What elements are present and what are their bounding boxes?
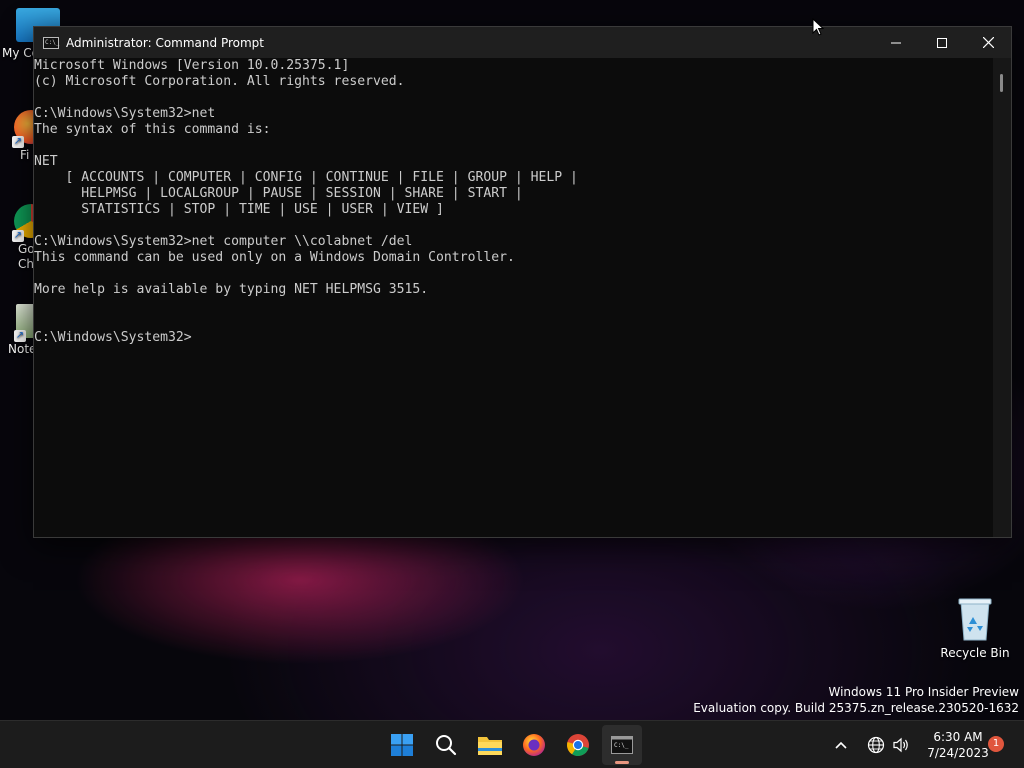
shortcut-arrow-icon: ↗: [12, 136, 24, 148]
taskbar-clock[interactable]: 6:30 AM 7/24/2023: [921, 729, 995, 761]
search-icon: [436, 735, 457, 756]
window-title: Administrator: Command Prompt: [66, 35, 264, 50]
maximize-button[interactable]: [919, 27, 965, 58]
terminal-button[interactable]: C:\_: [602, 725, 642, 765]
windows-watermark: Windows 11 Pro Insider Preview Evaluatio…: [693, 684, 1019, 716]
globe-icon: [867, 736, 885, 754]
notification-badge[interactable]: 1: [988, 736, 1004, 752]
chevron-up-icon[interactable]: [834, 740, 848, 750]
minimize-icon: [891, 42, 901, 43]
close-icon: [982, 37, 994, 48]
vertical-scrollbar[interactable]: [993, 58, 1011, 537]
svg-text:C:\_: C:\_: [614, 742, 629, 749]
terminal-icon: C:\_: [611, 736, 633, 754]
firefox-button[interactable]: [514, 725, 554, 765]
maximize-icon: [937, 37, 947, 48]
search-button[interactable]: [426, 725, 466, 765]
chrome-icon: [567, 734, 589, 757]
recycle-bin-label: Recycle Bin: [940, 646, 1010, 660]
speaker-icon: [893, 737, 908, 753]
desktop-icon-recycle-bin[interactable]: Recycle Bin: [936, 596, 1014, 661]
clock-date: 7/24/2023: [927, 746, 989, 760]
clock-time: 6:30 AM: [933, 730, 983, 744]
windows-logo-icon: [391, 734, 413, 756]
file-explorer-button[interactable]: [470, 725, 510, 765]
mouse-cursor-icon: [812, 18, 824, 36]
start-button[interactable]: [382, 725, 422, 765]
minimize-button[interactable]: [873, 27, 919, 58]
close-button[interactable]: [965, 27, 1011, 58]
firefox-icon: [523, 734, 545, 756]
active-app-indicator: [615, 761, 629, 764]
watermark-edition: Windows 11 Pro Insider Preview: [828, 685, 1019, 699]
watermark-build: Evaluation copy. Build 25375.zn_release.…: [693, 701, 1019, 715]
network-button[interactable]: [867, 721, 885, 768]
folder-icon: [478, 737, 502, 755]
taskbar: C:\_ 6:30 AM 7/24/2023: [0, 720, 1024, 768]
chrome-button[interactable]: [558, 725, 598, 765]
recycle-bin-icon: [958, 598, 992, 641]
volume-button[interactable]: [892, 721, 910, 768]
shortcut-arrow-icon: ↗: [14, 330, 26, 342]
command-prompt-window[interactable]: C:\_ Administrator: Command Prompt Micro…: [33, 26, 1012, 538]
console-output[interactable]: Microsoft Windows [Version 10.0.25375.1]…: [34, 58, 993, 537]
system-tray: [834, 721, 848, 768]
scrollbar-thumb[interactable]: [1000, 74, 1003, 92]
shortcut-arrow-icon: ↗: [12, 230, 24, 242]
cmd-icon: C:\_: [43, 36, 59, 49]
title-bar[interactable]: C:\_ Administrator: Command Prompt: [34, 27, 1011, 58]
